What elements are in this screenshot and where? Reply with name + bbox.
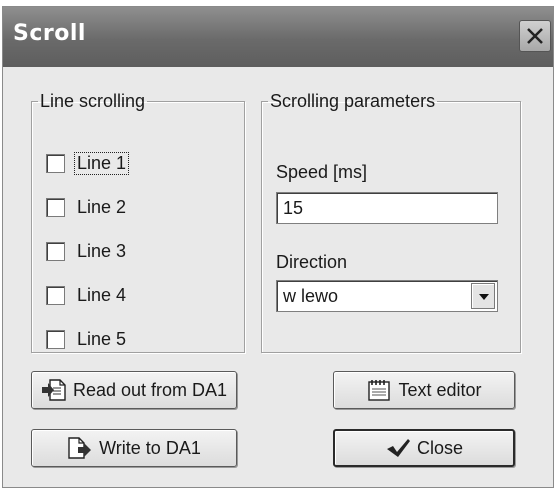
window-title: Scroll xyxy=(13,21,86,46)
speed-input[interactable]: 15 xyxy=(276,192,498,224)
line-5-label: Line 5 xyxy=(77,328,127,349)
write-label: Write to DA1 xyxy=(99,437,201,458)
line-3-checkbox-row[interactable]: Line 3 xyxy=(46,236,128,266)
line-scrolling-legend: Line scrolling xyxy=(40,91,146,111)
line-4-checkbox[interactable] xyxy=(46,285,65,305)
write-button[interactable]: Write to DA1 xyxy=(31,429,237,467)
notepad-icon xyxy=(366,378,392,402)
scrolling-parameters-legend: Scrolling parameters xyxy=(270,91,436,111)
direction-select[interactable]: w lewo xyxy=(276,280,498,312)
line-2-label: Line 2 xyxy=(77,196,127,217)
title-close-button[interactable] xyxy=(519,20,551,52)
line-3-checkbox[interactable] xyxy=(46,241,65,261)
speed-label: Speed [ms] xyxy=(276,162,368,182)
read-out-label: Read out from DA1 xyxy=(72,379,228,400)
close-button[interactable]: Close xyxy=(333,429,515,467)
direction-value: w lewo xyxy=(283,286,339,306)
line-4-checkbox-row[interactable]: Line 4 xyxy=(46,280,128,310)
line-scrolling-group: Line scrolling Line 1 Line 2 Line 3 Line… xyxy=(31,91,245,353)
line-2-checkbox[interactable] xyxy=(46,197,65,217)
line-1-checkbox-row[interactable]: Line 1 xyxy=(46,148,130,178)
line-5-checkbox[interactable] xyxy=(46,329,65,349)
line-3-label: Line 3 xyxy=(77,240,127,261)
checkmark-icon xyxy=(385,437,411,459)
title-bar: Scroll xyxy=(3,7,553,67)
read-out-button[interactable]: Read out from DA1 xyxy=(31,371,237,409)
text-editor-button[interactable]: Text editor xyxy=(333,371,515,409)
chevron-down-icon xyxy=(479,294,489,300)
close-icon xyxy=(527,28,543,44)
scroll-dialog: Scroll Line scrolling Line 1 Line 2 Line… xyxy=(2,6,554,488)
line-5-checkbox-row[interactable]: Line 5 xyxy=(46,324,128,354)
line-2-checkbox-row[interactable]: Line 2 xyxy=(46,192,128,222)
line-1-checkbox[interactable] xyxy=(46,153,65,173)
line-1-label: Line 1 xyxy=(73,151,130,175)
line-4-label: Line 4 xyxy=(77,284,127,305)
close-label: Close xyxy=(416,437,464,458)
document-import-icon xyxy=(41,378,67,402)
scrolling-parameters-group: Scrolling parameters Speed [ms] 15 Direc… xyxy=(261,91,521,353)
direction-dropdown-button[interactable] xyxy=(471,283,495,309)
document-export-icon xyxy=(67,436,93,460)
text-editor-label: Text editor xyxy=(398,379,482,400)
direction-label: Direction xyxy=(276,252,348,272)
